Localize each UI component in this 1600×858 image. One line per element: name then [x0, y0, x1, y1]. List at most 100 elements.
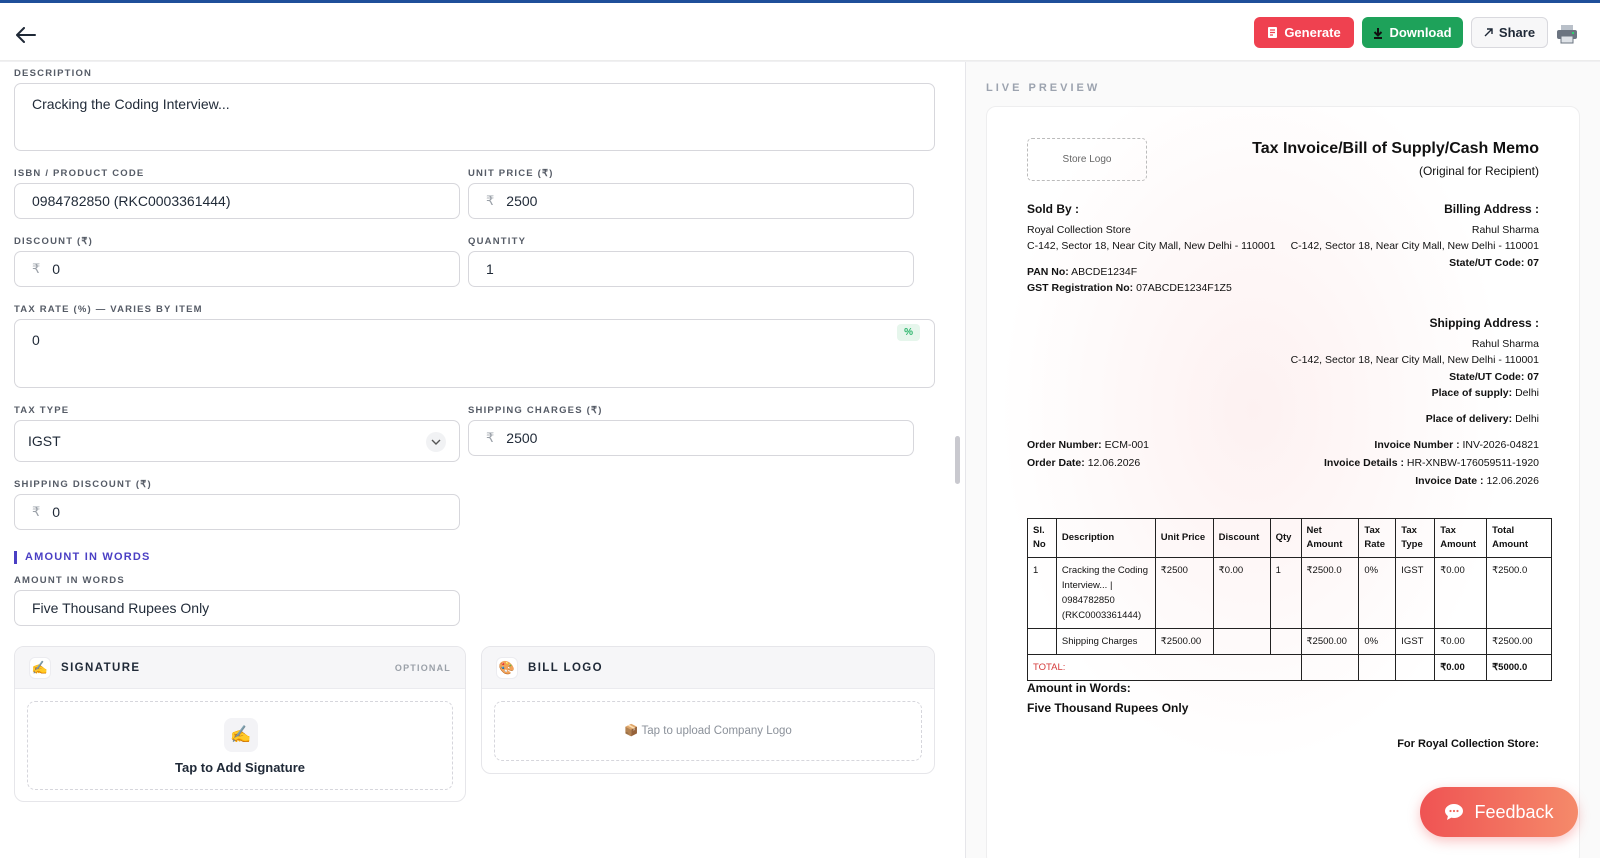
table-cell: 1	[1269, 557, 1302, 629]
discount-input[interactable]: ₹ 0	[14, 251, 460, 287]
billing-state-code: State/UT Code: 07	[1449, 257, 1539, 269]
table-cell: Shipping Charges	[1055, 628, 1156, 655]
add-signature-text: Tap to Add Signature	[175, 760, 305, 775]
printer-icon[interactable]	[1556, 23, 1582, 45]
generate-button[interactable]: Generate	[1254, 17, 1354, 48]
place-of-delivery: Place of delivery: Delhi	[1425, 413, 1539, 425]
optional-tag: OPTIONAL	[394, 663, 451, 673]
signature-card: ✍ SIGNATURE OPTIONAL ✍ Tap to Add Signat…	[14, 646, 466, 802]
table-cell	[1358, 654, 1397, 681]
signature-card-header: ✍ SIGNATURE OPTIONAL	[15, 647, 465, 689]
order-date: Order Date: 12.06.2026	[1027, 457, 1141, 469]
place-of-supply: Place of supply: Delhi	[1431, 387, 1539, 399]
resize-handle[interactable]	[955, 436, 960, 484]
table-cell: 1	[1027, 557, 1057, 629]
invoice-items-table: Sl. No Description Unit Price Discount Q…	[1027, 518, 1552, 681]
table-header-row: Sl. No Description Unit Price Discount Q…	[1027, 518, 1552, 558]
table-cell: ₹2500.00	[1300, 628, 1360, 655]
chat-bubble-icon	[1445, 804, 1464, 820]
signature-dropzone[interactable]: ✍ Tap to Add Signature	[27, 701, 453, 790]
shipping-state-code: State/UT Code: 07	[1449, 371, 1539, 383]
amount-in-words-label: AMOUNT IN WORDS	[14, 575, 125, 586]
table-cell	[1300, 654, 1360, 681]
writing-hand-icon: ✍	[29, 656, 51, 679]
invoice-preview: Store Logo Tax Invoice/Bill of Supply/Ca…	[986, 106, 1580, 858]
table-cell: ₹0.00	[1434, 557, 1488, 629]
order-number: Order Number: ECM-001	[1027, 439, 1149, 451]
billing-address-label: Billing Address :	[1444, 202, 1539, 216]
share-arrow-icon	[1484, 28, 1493, 37]
tax-rate-label: TAX RATE (%) — VARIES BY ITEM	[14, 304, 203, 315]
pan-number: PAN No: ABCDE1234F	[1027, 266, 1138, 278]
shipping-discount-input[interactable]: ₹ 0	[14, 494, 460, 530]
shipping-charges-input[interactable]: ₹ 2500	[468, 420, 914, 456]
table-cell: ₹0.00	[1212, 557, 1271, 629]
feedback-button[interactable]: Feedback	[1420, 787, 1578, 837]
isbn-label: ISBN / PRODUCT CODE	[14, 168, 145, 179]
invoice-subtitle: (Original for Recipient)	[1418, 164, 1539, 178]
download-icon	[1374, 27, 1383, 39]
table-cell: 0%	[1358, 628, 1397, 655]
sold-by-label: Sold By :	[1027, 202, 1080, 216]
invoice-title: Tax Invoice/Bill of Supply/Cash Memo	[1252, 140, 1539, 157]
billing-name: Rahul Sharma	[1471, 224, 1539, 236]
invoice-details: Invoice Details : HR-XNBW-176059511-1920	[1324, 457, 1539, 469]
live-preview-panel: LIVE PREVIEW Store Logo Tax Invoice/Bill…	[966, 62, 1600, 858]
table-row: Shipping Charges ₹2500.00 ₹2500.00 0% IG…	[1027, 628, 1552, 655]
table-cell: ₹2500.0	[1486, 557, 1552, 629]
discount-label: DISCOUNT (₹)	[14, 236, 94, 247]
col-header: Total Amount	[1486, 518, 1552, 558]
rupee-icon: ₹	[486, 430, 495, 445]
description-textarea[interactable]: Cracking the Coding Interview...	[14, 83, 935, 151]
table-cell: IGST	[1395, 628, 1436, 655]
share-button[interactable]: Share	[1471, 17, 1548, 48]
table-row: 1 Cracking the Coding Interview... | 098…	[1027, 557, 1552, 629]
table-cell: ₹0.00	[1434, 628, 1488, 655]
upload-logo-text: 📦 Tap to upload Company Logo	[624, 725, 792, 737]
shipping-name: Rahul Sharma	[1471, 338, 1539, 350]
table-cell: ₹2500.00	[1154, 628, 1214, 655]
amount-in-words-input[interactable]: Five Thousand Rupees Only	[14, 590, 460, 626]
invoice-date: Invoice Date : 12.06.2026	[1415, 475, 1539, 487]
rupee-icon: ₹	[32, 261, 41, 276]
for-store-signature: For Royal Collection Store:	[1397, 738, 1539, 750]
bill-logo-card-header: 🎨 BILL LOGO	[482, 647, 934, 689]
total-tax: ₹0.00	[1434, 654, 1488, 681]
table-cell	[1027, 628, 1057, 655]
store-address: C-142, Sector 18, Near City Mall, New De…	[1027, 240, 1276, 252]
back-button[interactable]	[12, 21, 40, 49]
col-header: Tax Type	[1395, 518, 1436, 558]
tax-type-select[interactable]: IGST	[14, 420, 460, 462]
amount-in-words-value: Five Thousand Rupees Only	[1027, 701, 1189, 715]
arrow-left-icon	[16, 27, 36, 43]
quantity-input[interactable]: 1	[468, 251, 914, 287]
col-header: Net Amount	[1300, 518, 1360, 558]
tax-rate-input[interactable]: 0 %	[14, 319, 935, 388]
isbn-input[interactable]: 0984782850 (RKC0003361444)	[14, 183, 460, 219]
table-cell: ₹2500.0	[1300, 557, 1360, 629]
shipping-charges-label: SHIPPING CHARGES (₹)	[468, 405, 603, 416]
unit-price-label: UNIT PRICE (₹)	[468, 168, 554, 179]
rupee-icon: ₹	[486, 193, 495, 208]
download-button[interactable]: Download	[1362, 17, 1463, 48]
bill-logo-card: 🎨 BILL LOGO 📦 Tap to upload Company Logo	[481, 646, 935, 774]
col-header: Description	[1055, 518, 1156, 558]
percent-badge: %	[897, 324, 920, 341]
live-preview-label: LIVE PREVIEW	[986, 82, 1101, 94]
table-cell	[1269, 628, 1302, 655]
store-name: Royal Collection Store	[1027, 224, 1131, 236]
quantity-label: QUANTITY	[468, 236, 527, 247]
table-cell: 0%	[1358, 557, 1397, 629]
unit-price-input[interactable]: ₹ 2500	[468, 183, 914, 219]
rupee-icon: ₹	[32, 504, 41, 519]
col-header: Discount	[1212, 518, 1271, 558]
table-cell	[1212, 628, 1271, 655]
col-header: Tax Rate	[1358, 518, 1397, 558]
chevron-down-icon	[426, 432, 446, 452]
gst-number: GST Registration No: 07ABCDE1234F1Z5	[1027, 282, 1232, 294]
table-cell	[1395, 654, 1436, 681]
col-header: Unit Price	[1154, 518, 1214, 558]
amount-in-words-heading: Amount in Words:	[1027, 681, 1131, 695]
table-cell: ₹2500.00	[1486, 628, 1552, 655]
logo-upload-dropzone[interactable]: 📦 Tap to upload Company Logo	[494, 701, 922, 761]
